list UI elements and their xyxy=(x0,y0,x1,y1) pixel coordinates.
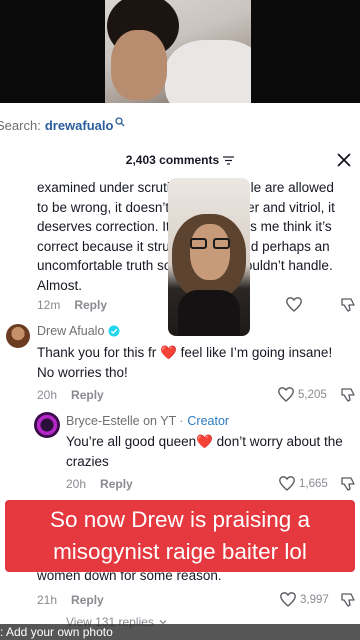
add-photo-label[interactable]: : Add your own photo xyxy=(0,625,113,639)
like-control[interactable]: 3,997 xyxy=(280,592,329,607)
dislike-icon[interactable] xyxy=(340,592,356,607)
comment-time: 20h xyxy=(66,477,87,491)
reply-button[interactable]: Reply xyxy=(100,477,133,491)
dislike-icon[interactable] xyxy=(340,297,356,312)
like-count: 1,665 xyxy=(299,477,328,490)
reply-button[interactable]: Reply xyxy=(74,298,107,312)
glasses xyxy=(190,238,230,250)
comment-time: 21h xyxy=(37,593,58,607)
reply-button[interactable]: Reply xyxy=(71,593,104,607)
reply-button[interactable]: Reply xyxy=(71,388,104,402)
heart-icon[interactable] xyxy=(280,592,296,607)
comment-meta: 20h Reply xyxy=(37,388,104,402)
like-count: 5,205 xyxy=(298,388,327,401)
search-prefix: Search: xyxy=(0,117,41,133)
creator-video-overlay[interactable] xyxy=(168,178,250,336)
comment-text: You’re all good queen❤️ don’t worry abou… xyxy=(66,434,343,469)
close-icon[interactable] xyxy=(334,150,354,170)
comment-meta: 20h Reply xyxy=(66,477,133,491)
dislike-icon[interactable] xyxy=(340,387,356,402)
comments-header: 2,403 comments xyxy=(0,148,360,172)
search-suggestion[interactable]: Search: drewafualo xyxy=(0,114,125,136)
like-control[interactable]: 5,205 xyxy=(278,387,327,402)
comment-text: Thank you for this fr ❤️ feel like I’m g… xyxy=(37,345,333,380)
heart-icon[interactable] xyxy=(278,387,294,402)
verified-badge-icon xyxy=(108,325,120,337)
search-icon xyxy=(115,117,125,127)
like-control[interactable]: 1,665 xyxy=(279,476,328,491)
comment-time: 12m xyxy=(37,298,61,312)
comments-count: 2,403 comments xyxy=(125,153,220,167)
video-frame xyxy=(105,0,251,103)
avatar[interactable] xyxy=(6,324,30,348)
comment-meta: 12m Reply xyxy=(37,298,107,312)
like-count: 3,997 xyxy=(300,593,329,606)
video-thumbnail[interactable] xyxy=(0,0,360,103)
caption-line: misogynist raige baiter lol xyxy=(53,539,307,564)
comment-author[interactable]: Drew Afualo xyxy=(37,324,120,338)
comment-author[interactable]: Bryce-Estelle on YT · Creator xyxy=(66,414,229,428)
author-name[interactable]: Drew Afualo xyxy=(37,324,104,338)
comment-meta: 21h Reply xyxy=(37,593,104,607)
add-photo-strip[interactable]: : Add your own photo xyxy=(0,624,360,640)
avatar[interactable] xyxy=(34,412,60,438)
caption-line: So now Drew is praising a xyxy=(49,507,311,532)
dislike-icon[interactable] xyxy=(340,476,356,491)
caption-banner: So now Drew is praising a misogynist rai… xyxy=(5,500,355,572)
comment-time: 20h xyxy=(37,388,58,402)
heart-icon[interactable] xyxy=(279,476,295,491)
author-name[interactable]: Bryce-Estelle on YT xyxy=(66,414,176,428)
search-query[interactable]: drewafualo xyxy=(45,118,114,133)
filter-icon[interactable] xyxy=(223,155,235,165)
creator-badge: Creator xyxy=(187,414,230,428)
heart-icon[interactable] xyxy=(286,297,302,312)
